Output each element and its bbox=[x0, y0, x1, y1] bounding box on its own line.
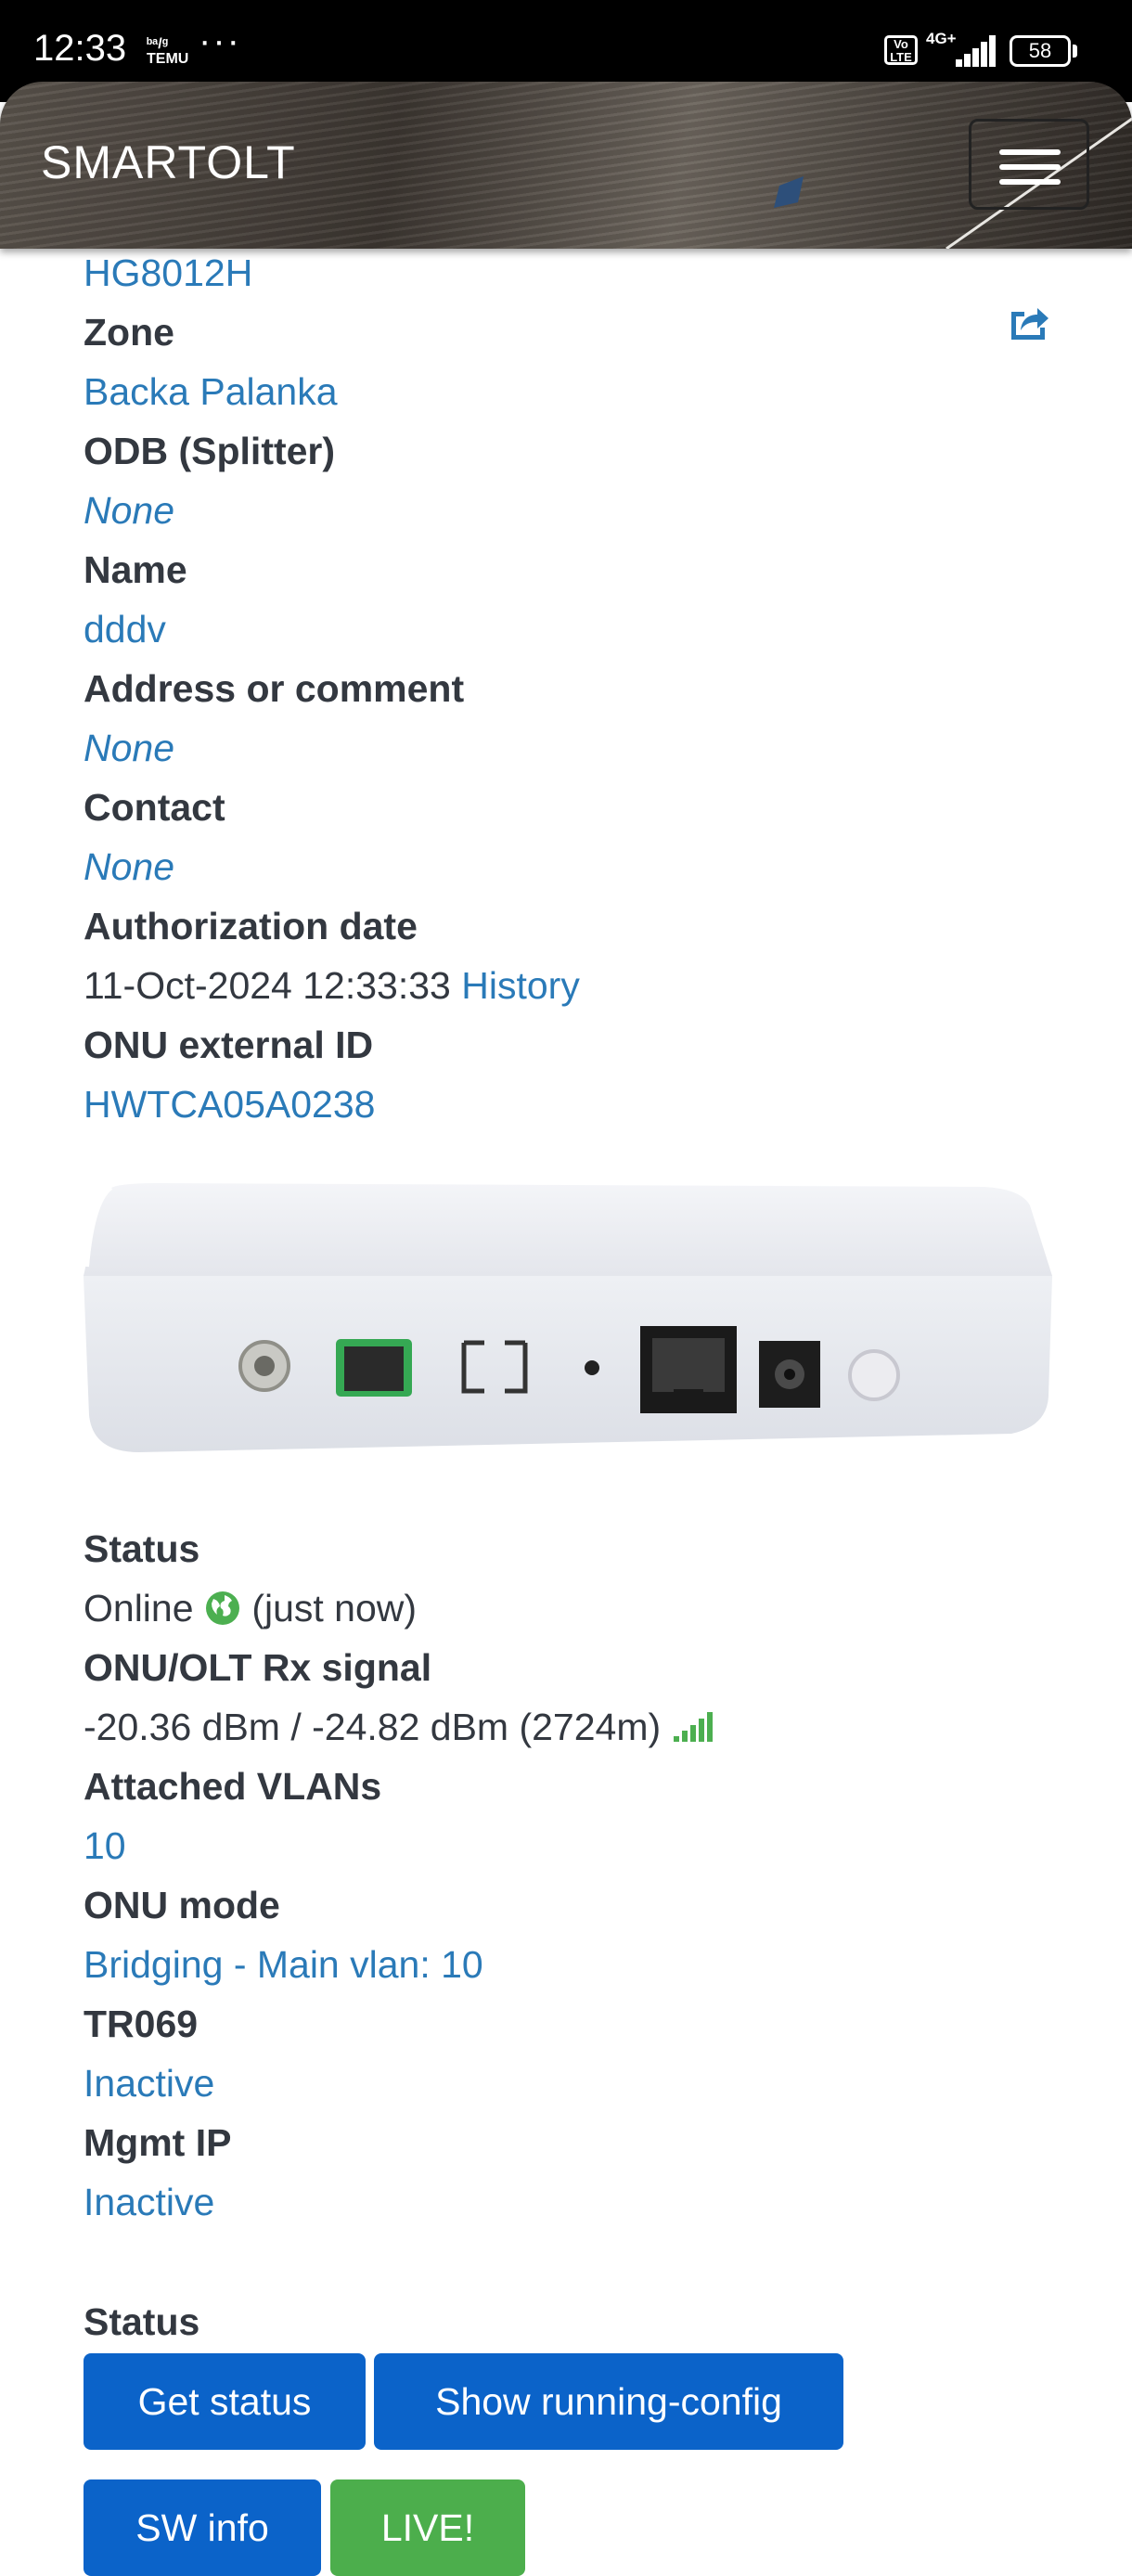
mgmt-ip-link[interactable]: Inactive bbox=[84, 2172, 1048, 2232]
actions-status-label: Status bbox=[84, 2300, 200, 2343]
rx-signal-label: ONU/OLT Rx signal bbox=[84, 1646, 432, 1689]
history-link[interactable]: History bbox=[461, 964, 580, 1007]
name-label: Name bbox=[84, 548, 187, 591]
status-value: Online bbox=[84, 1587, 194, 1629]
vlans-label: Attached VLANs bbox=[84, 1765, 382, 1808]
network-type: 4G+ bbox=[926, 30, 957, 47]
carrier-line-1: ᵇᵃ/ᵍ bbox=[147, 36, 168, 52]
status-row: Online (just now) bbox=[84, 1578, 1048, 1638]
authorization-date-value: 11-Oct-2024 12:33:33 bbox=[84, 964, 451, 1007]
status-label: Status bbox=[84, 1527, 200, 1570]
vlans-link[interactable]: 10 bbox=[84, 1816, 1048, 1875]
address-link[interactable]: None bbox=[84, 718, 1048, 778]
cell-signal-icon bbox=[956, 35, 997, 67]
tr069-link[interactable]: Inactive bbox=[84, 2054, 1048, 2113]
rx-signal-value: -20.36 dBm / -24.82 dBm (2724m) bbox=[84, 1706, 662, 1748]
onu-mode-label: ONU mode bbox=[84, 1884, 280, 1926]
rx-signal-row: -20.36 dBm / -24.82 dBm (2724m) bbox=[84, 1697, 1048, 1757]
show-running-config-button[interactable]: Show running-config bbox=[374, 2353, 843, 2450]
odb-link[interactable]: None bbox=[84, 481, 1048, 540]
contact-label: Contact bbox=[84, 786, 225, 829]
more-notifications-icon: ··· bbox=[199, 20, 241, 61]
address-label: Address or comment bbox=[84, 667, 465, 710]
odb-label: ODB (Splitter) bbox=[84, 430, 336, 472]
tr069-label: TR069 bbox=[84, 2003, 199, 2045]
onu-status-section: Status Online (just now) ONU/OLT Rx sign… bbox=[84, 1519, 1048, 2232]
external-id-label: ONU external ID bbox=[84, 1024, 374, 1066]
get-status-button[interactable]: Get status bbox=[84, 2353, 366, 2450]
signal-bars-icon bbox=[673, 1712, 713, 1742]
mgmt-ip-label: Mgmt IP bbox=[84, 2121, 232, 2164]
authorization-date-label: Authorization date bbox=[84, 905, 418, 947]
globe-icon bbox=[205, 1591, 239, 1625]
live-button[interactable]: LIVE! bbox=[330, 2479, 525, 2576]
zone-label: Zone bbox=[84, 311, 174, 354]
carrier-label: ᵇᵃ/ᵍ TEMU bbox=[147, 37, 188, 67]
name-link[interactable]: dddv bbox=[84, 599, 1048, 659]
status-time: 12:33 bbox=[33, 28, 127, 69]
authorization-date-row: 11-Oct-2024 12:33:33 History bbox=[84, 956, 1048, 1015]
hamburger-menu-icon[interactable] bbox=[969, 119, 1089, 210]
battery-icon: 58 bbox=[1010, 35, 1071, 67]
onu-details: HG8012H Zone Backa Palanka ODB (Splitter… bbox=[84, 243, 1048, 1134]
volte-icon: Vo LTE bbox=[884, 35, 918, 65]
sw-info-button[interactable]: SW info bbox=[84, 2479, 321, 2576]
status-time: (just now) bbox=[251, 1587, 418, 1629]
carrier-line-2: TEMU bbox=[147, 51, 189, 67]
onu-type-link[interactable]: HG8012H bbox=[84, 243, 1048, 303]
brand-logo[interactable]: SMARTOLT bbox=[41, 135, 296, 189]
onu-mode-link[interactable]: Bridging - Main vlan: 10 bbox=[84, 1935, 1048, 1994]
top-navbar: SMARTOLT bbox=[0, 82, 1132, 249]
onu-device-image bbox=[84, 1183, 1052, 1452]
zone-link[interactable]: Backa Palanka bbox=[84, 362, 1048, 421]
contact-link[interactable]: None bbox=[84, 837, 1048, 896]
battery-tip bbox=[1073, 45, 1077, 58]
external-id-link[interactable]: HWTCA05A0238 bbox=[84, 1075, 1048, 1134]
